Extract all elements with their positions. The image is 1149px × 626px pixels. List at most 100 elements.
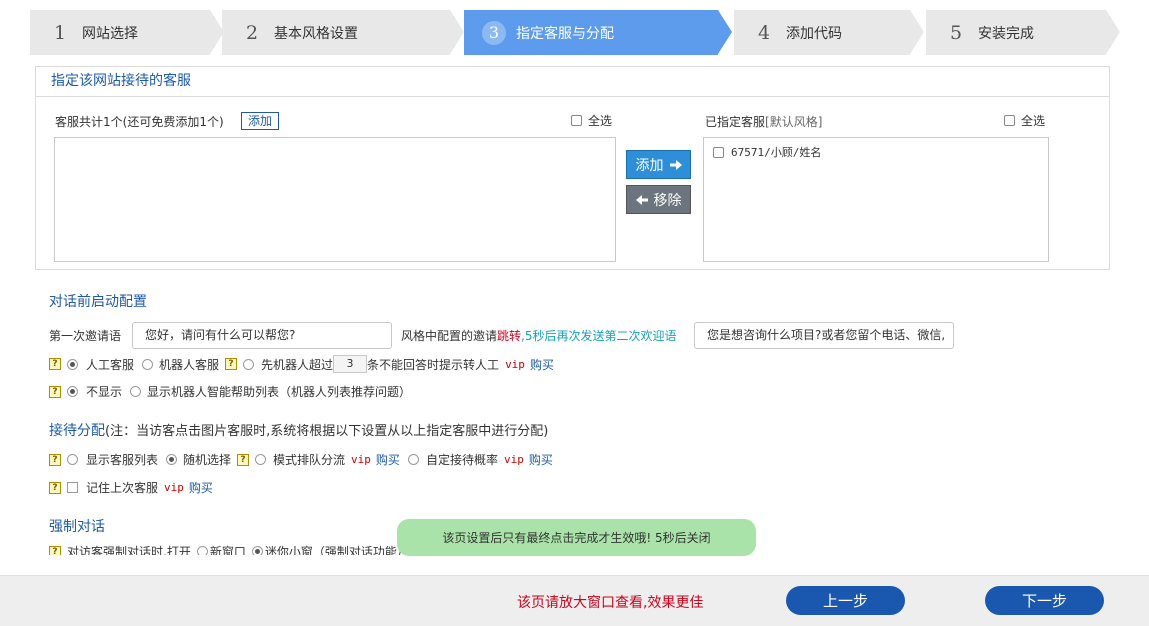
help-icon[interactable]: ? — [49, 385, 61, 398]
list-item[interactable]: 67571/小顾/姓名 — [713, 144, 821, 160]
radio-random[interactable] — [166, 454, 178, 465]
prev-step-button[interactable]: 上一步 — [786, 586, 905, 615]
arrow-right-icon — [669, 159, 682, 170]
buy-link[interactable]: 购买 — [189, 479, 213, 496]
right-select-all[interactable]: 全选 — [1004, 112, 1045, 129]
remove-from-assigned-button[interactable]: 移除 — [626, 185, 691, 214]
checkbox[interactable] — [713, 146, 724, 158]
help-icon[interactable]: ? — [49, 358, 61, 370]
dispatch-section: 接待分配(注：当访客点击图片客服时,系统将根据以下设置从以上指定客服中进行分配) — [49, 420, 548, 440]
step-number: 1 — [53, 21, 67, 44]
assigned-title: 已指定客服[默认风格] — [705, 113, 822, 130]
radio-human[interactable] — [67, 358, 78, 370]
help-icon[interactable]: ? — [49, 545, 61, 555]
style-invite-prefix: 风格中配置的邀请 — [401, 329, 498, 343]
second-invite-input[interactable]: 您是想咨询什么项目?或者您留个电话、微信, — [694, 322, 954, 349]
step-2[interactable]: 2 基本风格设置 — [222, 10, 450, 55]
opt-show-robot-label: 显示机器人智能帮助列表（机器人列表推荐问题） — [147, 385, 412, 399]
vip-tag: vip — [164, 481, 184, 494]
step-number: 4 — [757, 21, 771, 44]
step-arrow — [1106, 10, 1120, 54]
remove-button-label: 移除 — [653, 192, 682, 209]
panel-title: 指定该网站接待的客服 — [36, 67, 1109, 97]
help-icon[interactable]: ? — [49, 481, 61, 494]
opt-list-label: 显示客服列表 — [86, 453, 159, 467]
opt-new-window-label: 新窗口 — [209, 545, 246, 555]
radio-robot-first[interactable] — [243, 358, 255, 370]
wizard-steps: 1 网站选择 2 基本风格设置 3 指定客服与分配 4 添加代码 5 安装完成 — [30, 10, 1120, 55]
style-invite-text: 风格中配置的邀请跳转,5秒后再次发送第二次欢迎语 — [401, 327, 676, 344]
buy-link[interactable]: 购买 — [530, 356, 554, 373]
step-label: 网站选择 — [82, 25, 138, 42]
radio-custom[interactable] — [407, 454, 419, 465]
left-select-all[interactable]: 全选 — [571, 112, 612, 129]
step-5[interactable]: 5 安装完成 — [926, 10, 1106, 55]
style-invite-suffix: ,5秒后再次发送第二次欢迎语 — [521, 329, 677, 343]
radio-new-window[interactable] — [196, 546, 208, 555]
step-1[interactable]: 1 网站选择 — [30, 10, 210, 55]
help-icon[interactable]: ? — [237, 453, 250, 466]
service-mode-row: ? 人工客服 机器人客服 ? 先机器人超过 3 条不能回答时提示转人工 vip … — [49, 355, 554, 373]
opt-hide-label: 不显示 — [86, 385, 123, 399]
assign-service-panel: 指定该网站接待的客服 客服共计1个(还可免费添加1个) 添加 全选 添加 移除 … — [35, 66, 1110, 270]
add-to-assigned-button[interactable]: 添加 — [626, 150, 691, 179]
opt-robot-first-label: 先机器人超过 — [261, 357, 334, 372]
opt-human-label: 人工客服 — [86, 357, 135, 372]
radio-queue[interactable] — [255, 454, 267, 465]
step-label: 添加代码 — [786, 25, 842, 42]
select-all-label: 全选 — [588, 114, 613, 128]
help-icon[interactable]: ? — [49, 453, 61, 466]
arrow-left-icon — [635, 194, 648, 205]
opt-remember-label: 记住上次客服 — [86, 481, 159, 495]
radio-hide[interactable] — [67, 386, 78, 397]
buy-link[interactable]: 购买 — [529, 451, 553, 468]
first-invite-input[interactable]: 您好，请问有什么可以帮您? — [132, 322, 392, 349]
robot-count-input[interactable]: 3 — [333, 355, 368, 373]
zoom-hint: 该页请放大窗口查看,效果更佳 — [517, 595, 704, 611]
step-number: 3 — [482, 20, 506, 45]
vip-tag: vip — [505, 357, 525, 371]
checkbox[interactable] — [571, 115, 582, 126]
radio-mini-window[interactable] — [251, 546, 263, 555]
select-all-label: 全选 — [1021, 114, 1046, 128]
robot-help-row: ? 不显示 显示机器人智能帮助列表（机器人列表推荐问题） — [49, 383, 411, 400]
bottom-bar: 该页请放大窗口查看,效果更佳 上一步 下一步 — [0, 575, 1149, 626]
assigned-service-name: 67571/小顾/姓名 — [731, 146, 822, 159]
step-4[interactable]: 4 添加代码 — [734, 10, 910, 55]
dispatch-mode-row: ? 显示客服列表 随机选择 ? 模式排队分流 vip 购买 自定接待概率 vip… — [49, 451, 553, 468]
next-step-button[interactable]: 下一步 — [985, 586, 1104, 615]
checkbox[interactable] — [1004, 115, 1015, 126]
style-invite-jump: 跳转 — [497, 329, 522, 343]
opt-random-label: 随机选择 — [183, 453, 232, 467]
assigned-services-list[interactable]: 67571/小顾/姓名 — [703, 137, 1049, 262]
opt-robot-first-suffix: 条不能回答时提示转人工 — [367, 357, 500, 372]
add-button-label: 添加 — [635, 157, 664, 174]
step-arrow — [718, 10, 732, 54]
buy-link[interactable]: 购买 — [376, 451, 400, 468]
vip-tag: vip — [351, 453, 371, 466]
force-chat-row: ? 对访客强制对话时,打开 新窗口 迷你小窗（强制对话功能） — [49, 543, 409, 555]
force-chat-row-clip: ? 对访客强制对话时,打开 新窗口 迷你小窗（强制对话功能） — [49, 541, 409, 555]
opt-robot-label: 机器人客服 — [159, 357, 220, 372]
step-label: 基本风格设置 — [274, 25, 358, 42]
radio-robot[interactable] — [142, 358, 154, 370]
remember-checkbox[interactable] — [67, 482, 78, 493]
radio-show-list[interactable] — [67, 454, 78, 465]
step-3-active[interactable]: 3 指定客服与分配 — [464, 10, 718, 55]
step-label: 安装完成 — [978, 25, 1034, 42]
opt-mini-window-label: 迷你小窗（强制对话功能） — [264, 545, 409, 555]
force-chat-section-title: 强制对话 — [49, 519, 105, 535]
available-services-list[interactable] — [54, 137, 616, 262]
vip-tag: vip — [503, 453, 524, 466]
radio-show-robot[interactable] — [130, 386, 142, 397]
step-arrow — [450, 10, 464, 54]
opt-queue-label: 模式排队分流 — [273, 453, 346, 467]
opt-custom-label: 自定接待概率 — [425, 453, 498, 467]
remember-row: ? 记住上次客服 vip 购买 — [49, 479, 213, 496]
step-label: 指定客服与分配 — [516, 25, 614, 42]
step-number: 5 — [949, 21, 963, 44]
help-icon[interactable]: ? — [225, 358, 238, 370]
first-invite-label: 第一次邀请语 — [49, 329, 122, 343]
step-number: 2 — [245, 21, 259, 44]
add-service-link[interactable]: 添加 — [241, 112, 280, 130]
